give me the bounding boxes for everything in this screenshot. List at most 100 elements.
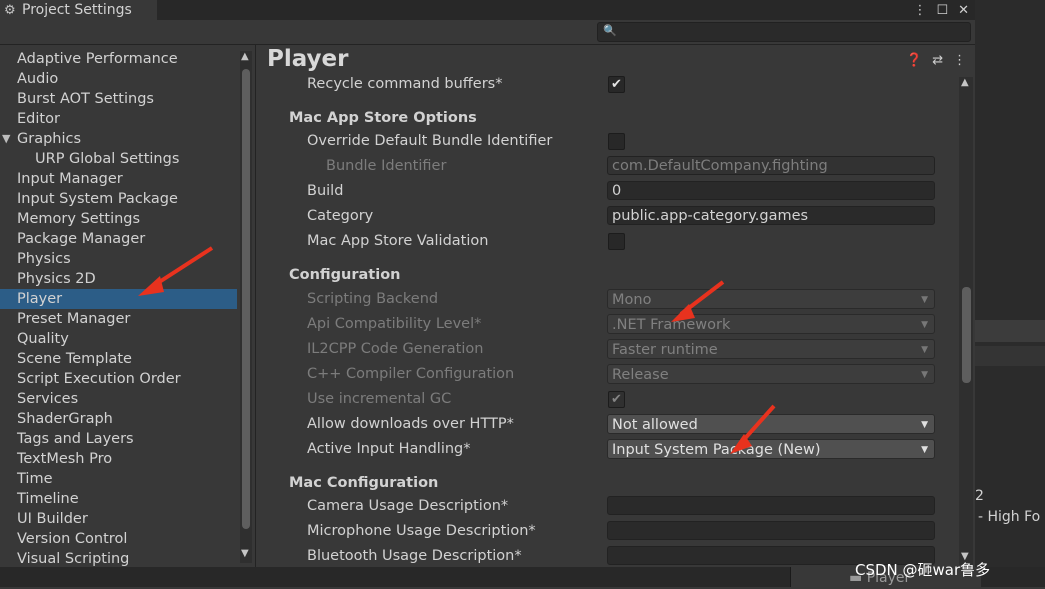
sidebar-item-preset-manager[interactable]: Preset Manager (0, 309, 254, 329)
close-icon[interactable]: ✕ (958, 3, 969, 18)
category-row: Category public.app-category.games (274, 204, 946, 229)
sidebar-item-time[interactable]: Time (0, 469, 254, 489)
allow-http-label: Allow downloads over HTTP* (307, 416, 514, 432)
settings-toolbar: 🔍 (0, 20, 975, 45)
cpp-compiler-value: Release (612, 367, 669, 383)
sidebar-item-textmesh-pro[interactable]: TextMesh Pro (0, 449, 254, 469)
sidebar-item-quality[interactable]: Quality (0, 329, 254, 349)
category-field[interactable]: public.app-category.games (607, 206, 935, 225)
preset-icon[interactable]: ⇄ (932, 53, 943, 68)
api-compatibility-dropdown: .NET Framework ▼ (607, 314, 935, 334)
bundle-identifier-field: com.DefaultCompany.fighting (607, 156, 935, 175)
sidebar-item-timeline[interactable]: Timeline (0, 489, 254, 509)
sidebar-item-scene-template[interactable]: Scene Template (0, 349, 254, 369)
sidebar-item-script-execution-order[interactable]: Script Execution Order (0, 369, 254, 389)
chevron-down-icon: ▼ (921, 445, 928, 455)
sidebar-item-label: UI Builder (17, 511, 88, 527)
help-icon[interactable]: ❓ (906, 53, 922, 68)
window-title: Project Settings (22, 2, 132, 18)
sidebar-item-tags-and-layers[interactable]: Tags and Layers (0, 429, 254, 449)
sidebar-item-label: Physics 2D (17, 271, 96, 287)
recycle-command-buffers-row: Recycle command buffers* ✔ (274, 72, 946, 97)
sidebar-item-label: Player (17, 291, 63, 307)
bluetooth-usage-label: Bluetooth Usage Description* (307, 548, 522, 564)
scripting-backend-value: Mono (612, 292, 652, 308)
background-text-number: 2 (975, 488, 984, 504)
sidebar-item-label: Quality (17, 331, 69, 347)
background-text-quality: - High Fo (978, 509, 1041, 525)
chevron-down-icon: ▼ (921, 320, 928, 330)
il2cpp-codegen-dropdown: Faster runtime ▼ (607, 339, 935, 359)
active-input-handling-dropdown[interactable]: Input System Package (New) ▼ (607, 439, 935, 459)
chevron-down-icon: ▼ (921, 295, 928, 305)
sidebar-item-graphics[interactable]: ▼ Graphics (0, 129, 254, 149)
sidebar-item-label: Version Control (17, 531, 128, 547)
content-scroll-thumb[interactable] (962, 287, 971, 383)
build-field[interactable]: 0 (607, 181, 935, 200)
sidebar-item-label: Services (17, 391, 79, 407)
maximize-icon[interactable]: ☐ (936, 3, 948, 18)
scroll-up-icon[interactable]: ▲ (961, 77, 969, 88)
sidebar-item-audio[interactable]: Audio (0, 69, 254, 89)
active-input-handling-label: Active Input Handling* (307, 441, 471, 457)
sidebar-item-input-system-package[interactable]: Input System Package (0, 189, 254, 209)
allow-http-row: Allow downloads over HTTP* Not allowed ▼ (274, 412, 946, 437)
gear-icon: ⚙ (4, 2, 16, 18)
sidebar-item-player[interactable]: Player (0, 289, 237, 309)
sidebar-item-label: Burst AOT Settings (17, 91, 154, 107)
override-bundle-checkbox[interactable] (608, 133, 625, 150)
sidebar-item-adaptive-performance[interactable]: Adaptive Performance (0, 49, 254, 69)
sidebar-item-input-manager[interactable]: Input Manager (0, 169, 254, 189)
sidebar-item-label: Physics (17, 251, 71, 267)
section-header-mac-configuration[interactable]: Mac Configuration (289, 471, 438, 496)
sidebar-item-urp-global-settings[interactable]: URP Global Settings (0, 149, 255, 169)
sidebar-item-burst-aot[interactable]: Burst AOT Settings (0, 89, 254, 109)
search-input[interactable]: 🔍 (597, 22, 971, 42)
bluetooth-usage-row: Bluetooth Usage Description* (274, 544, 946, 567)
sidebar-item-label: Input Manager (17, 171, 123, 187)
scroll-up-icon[interactable]: ▲ (241, 51, 249, 62)
content-scrollbar[interactable]: ▲ ▼ (959, 77, 973, 565)
bundle-identifier-label: Bundle Identifier (326, 158, 447, 174)
recycle-command-buffers-checkbox[interactable]: ✔ (608, 76, 625, 93)
settings-content: Recycle command buffers* ✔ Mac App Store… (274, 72, 946, 567)
camera-usage-field[interactable] (607, 496, 935, 515)
expand-arrow-icon[interactable]: ▼ (2, 129, 10, 149)
sidebar-item-shadergraph[interactable]: ShaderGraph (0, 409, 254, 429)
il2cpp-codegen-label: IL2CPP Code Generation (307, 341, 484, 357)
scripting-backend-row: Scripting Backend Mono ▼ (274, 287, 946, 312)
sidebar-item-version-control[interactable]: Version Control (0, 529, 254, 549)
cpp-compiler-label: C++ Compiler Configuration (307, 366, 515, 382)
sidebar-item-ui-builder[interactable]: UI Builder (0, 509, 254, 529)
sidebar-item-visual-scripting[interactable]: Visual Scripting (0, 549, 254, 567)
more-icon[interactable]: ⋮ (953, 53, 966, 68)
sidebar-item-physics[interactable]: Physics (0, 249, 254, 269)
mac-app-store-validation-row: Mac App Store Validation (274, 229, 946, 254)
panel-header-icons: ❓ ⇄ ⋮ (906, 53, 966, 68)
more-options-icon[interactable]: ⋮ (913, 3, 926, 18)
sidebar-item-label: TextMesh Pro (17, 451, 113, 467)
scripting-backend-dropdown: Mono ▼ (607, 289, 935, 309)
scroll-down-icon[interactable]: ▼ (241, 548, 249, 559)
microphone-usage-field[interactable] (607, 521, 935, 540)
sidebar-item-physics-2d[interactable]: Physics 2D (0, 269, 254, 289)
player-settings-panel: Player ❓ ⇄ ⋮ Recycle command buffers* ✔ … (256, 45, 975, 567)
chevron-down-icon: ▼ (921, 345, 928, 355)
sidebar-scrollbar[interactable]: ▲ ▼ (240, 51, 252, 563)
sidebar-item-editor[interactable]: Editor (0, 109, 254, 129)
sidebar-item-package-manager[interactable]: Package Manager (0, 229, 254, 249)
camera-usage-label: Camera Usage Description* (307, 498, 509, 514)
mac-app-store-validation-checkbox[interactable] (608, 233, 625, 250)
section-header-configuration[interactable]: Configuration (289, 263, 401, 288)
allow-http-dropdown[interactable]: Not allowed ▼ (607, 414, 935, 434)
sidebar-item-label: ShaderGraph (17, 411, 113, 427)
category-label: Category (307, 208, 374, 224)
window-tab[interactable]: ⚙ Project Settings (0, 0, 157, 20)
sidebar-scroll-thumb[interactable] (242, 69, 250, 529)
sidebar-item-services[interactable]: Services (0, 389, 254, 409)
sidebar-item-label: URP Global Settings (35, 151, 180, 167)
sidebar-item-memory-settings[interactable]: Memory Settings (0, 209, 254, 229)
section-header-mac-app-store[interactable]: Mac App Store Options (289, 106, 477, 131)
active-input-handling-row: Active Input Handling* Input System Pack… (274, 437, 946, 462)
sidebar-item-label: Editor (17, 111, 60, 127)
